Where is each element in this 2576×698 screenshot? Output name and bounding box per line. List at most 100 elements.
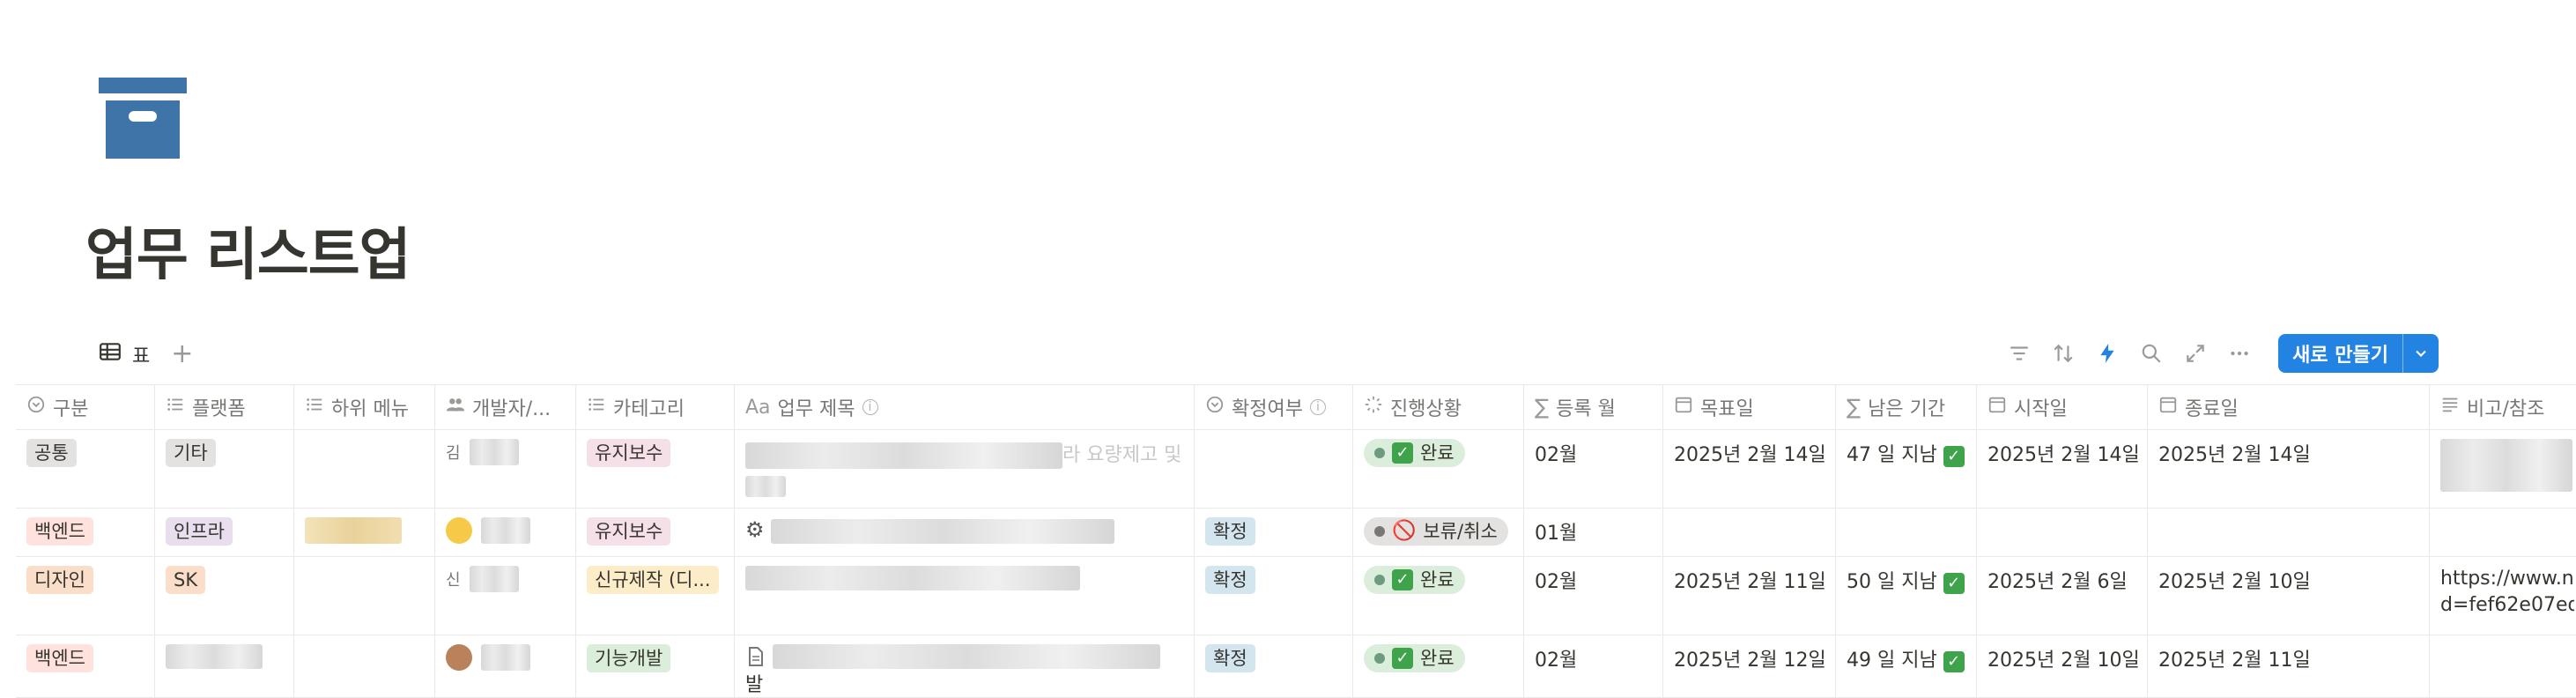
status-cell[interactable]: ✓ 완료 [1353, 557, 1524, 635]
column-header-note[interactable]: 비고/참조 [2430, 385, 2574, 429]
page-title[interactable]: 업무 리스트업 [85, 227, 411, 284]
category-cell[interactable]: 기능개발 [576, 635, 735, 697]
note-cell[interactable] [2430, 509, 2574, 556]
column-header-status[interactable]: 진행상황 [1353, 385, 1524, 429]
status-cell[interactable]: ✓ 완료 [1353, 635, 1524, 697]
new-button[interactable]: 새로 만들기 [2278, 334, 2439, 373]
table-row[interactable]: 디자인 SK 신 신규제작 (디... 확정 ✓ 완료 02월 2025년 2월 … [16, 557, 2576, 635]
note-cell[interactable] [2430, 430, 2574, 508]
column-header-submenu[interactable]: 하위 메뉴 [294, 385, 435, 429]
task-title-cell[interactable]: 라 요량제고 및 [735, 430, 1195, 508]
confirmed-cell[interactable]: 확정 [1195, 557, 1353, 635]
column-header-platform[interactable]: 플랫폼 [155, 385, 294, 429]
redacted-block [745, 442, 1062, 469]
expand-icon[interactable] [2183, 341, 2208, 366]
search-icon[interactable] [2139, 341, 2164, 366]
sort-icon[interactable] [2051, 341, 2076, 366]
task-title-cell[interactable] [735, 557, 1195, 635]
platform-cell[interactable]: 인프라 [155, 509, 294, 556]
start-date-cell[interactable]: 2025년 2월 14일 [1977, 430, 2148, 508]
archive-box-icon[interactable] [99, 78, 187, 159]
end-date-cell[interactable]: 2025년 2월 14일 [2148, 430, 2430, 508]
remaining-cell[interactable]: 50 일 지남 ✓ [1836, 557, 1977, 635]
chevron-down-icon[interactable] [2402, 334, 2439, 373]
confirmed-cell[interactable]: 확정 [1195, 635, 1353, 697]
note-cell[interactable] [2430, 635, 2574, 697]
end-date-cell[interactable]: 2025년 2월 11일 [2148, 635, 2430, 697]
tab-table-view[interactable]: 표 [99, 340, 150, 368]
column-header-start-date[interactable]: 시작일 [1977, 385, 2148, 429]
target-date-cell[interactable]: 2025년 2월 11일 [1663, 557, 1836, 635]
end-date-cell[interactable] [2148, 509, 2430, 556]
note-link[interactable]: https://www.nc [2440, 566, 2574, 592]
column-header-remaining[interactable]: ∑ 남은 기간 [1836, 385, 1977, 429]
table-row[interactable]: 공통 기타 김 유지보수 라 요량제고 및 ✓ 완료 02월 2025년 2월 1… [16, 430, 2576, 509]
reg-month-cell[interactable]: 01월 [1524, 509, 1663, 556]
formula-icon: ∑ [1847, 395, 1862, 420]
division-tag: 백엔드 [26, 644, 93, 672]
submenu-cell[interactable] [294, 430, 435, 508]
more-icon[interactable] [2227, 341, 2252, 366]
start-date-cell[interactable]: 2025년 2월 10일 [1977, 635, 2148, 697]
category-cell[interactable]: 유지보수 [576, 509, 735, 556]
status-cell[interactable]: ✓ 완료 [1353, 430, 1524, 508]
plus-icon[interactable]: + [171, 341, 193, 368]
column-header-task-title[interactable]: Aa 업무 제목 i [735, 385, 1195, 429]
category-tag: 유지보수 [587, 439, 671, 467]
developer-cell[interactable] [435, 509, 576, 556]
new-button-label[interactable]: 새로 만들기 [2278, 334, 2402, 373]
note-link-continued[interactable]: d=fef62e07ed [2440, 592, 2574, 619]
column-header-division[interactable]: 구분 [16, 385, 155, 429]
start-date-cell[interactable]: 2025년 2월 6일 [1977, 557, 2148, 635]
developer-cell[interactable]: 김 [435, 430, 576, 508]
status-cell[interactable]: 🚫 보류/취소 [1353, 509, 1524, 556]
note-cell[interactable]: https://www.nc d=fef62e07ed [2430, 557, 2574, 635]
developer-cell[interactable] [435, 635, 576, 697]
category-cell[interactable]: 신규제작 (디... [576, 557, 735, 635]
info-icon[interactable]: i [862, 399, 878, 415]
developer-person: 김 [446, 439, 519, 465]
division-cell[interactable]: 디자인 [16, 557, 155, 635]
automation-lightning-icon[interactable] [2095, 341, 2120, 366]
column-header-reg-month[interactable]: ∑ 등록 월 [1524, 385, 1663, 429]
category-tag: 유지보수 [587, 517, 671, 546]
division-cell[interactable]: 백엔드 [16, 635, 155, 697]
confirmed-cell[interactable] [1195, 430, 1353, 508]
submenu-cell[interactable] [294, 635, 435, 697]
column-header-category[interactable]: 카테고리 [576, 385, 735, 429]
platform-cell[interactable]: 기타 [155, 430, 294, 508]
division-cell[interactable]: 백엔드 [16, 509, 155, 556]
division-cell[interactable]: 공통 [16, 430, 155, 508]
target-date-cell[interactable] [1663, 509, 1836, 556]
remaining-cell[interactable]: 49 일 지남 ✓ [1836, 635, 1977, 697]
reg-month-cell[interactable]: 02월 [1524, 635, 1663, 697]
task-title-cell[interactable]: ⚙ [735, 509, 1195, 556]
column-header-developer[interactable]: 개발자/... [435, 385, 576, 429]
info-icon[interactable]: i [1309, 399, 1326, 415]
column-header-target-date[interactable]: 목표일 [1663, 385, 1836, 429]
end-date-cell[interactable]: 2025년 2월 10일 [2148, 557, 2430, 635]
target-date-cell[interactable]: 2025년 2월 12일 [1663, 635, 1836, 697]
reg-month-cell[interactable]: 02월 [1524, 557, 1663, 635]
submenu-cell[interactable] [294, 557, 435, 635]
platform-cell[interactable] [155, 635, 294, 697]
platform-cell[interactable]: SK [155, 557, 294, 635]
task-title-cell[interactable]: 발 [735, 635, 1195, 697]
start-date-cell[interactable] [1977, 509, 2148, 556]
table-row[interactable]: 백엔드 기능개발 발 확정 ✓ 완료 02월 2025년 2월 12일 49 일 … [16, 635, 2576, 698]
developer-cell[interactable]: 신 [435, 557, 576, 635]
remaining-cell[interactable] [1836, 509, 1977, 556]
confirmed-cell[interactable]: 확정 [1195, 509, 1353, 556]
table-row[interactable]: 백엔드 인프라 유지보수 ⚙ 확정 🚫 보류/취소 01월 [16, 509, 2576, 557]
status-badge: ✓ 완료 [1364, 566, 1465, 594]
redacted-block [469, 439, 519, 465]
filter-icon[interactable] [2007, 341, 2032, 366]
column-header-confirmed[interactable]: 확정여부 i [1195, 385, 1353, 429]
category-cell[interactable]: 유지보수 [576, 430, 735, 508]
remaining-cell[interactable]: 47 일 지남 ✓ [1836, 430, 1977, 508]
reg-month-cell[interactable]: 02월 [1524, 430, 1663, 508]
target-date-cell[interactable]: 2025년 2월 14일 [1663, 430, 1836, 508]
submenu-cell[interactable] [294, 509, 435, 556]
column-header-end-date[interactable]: 종료일 [2148, 385, 2430, 429]
multi-select-icon [587, 395, 606, 420]
